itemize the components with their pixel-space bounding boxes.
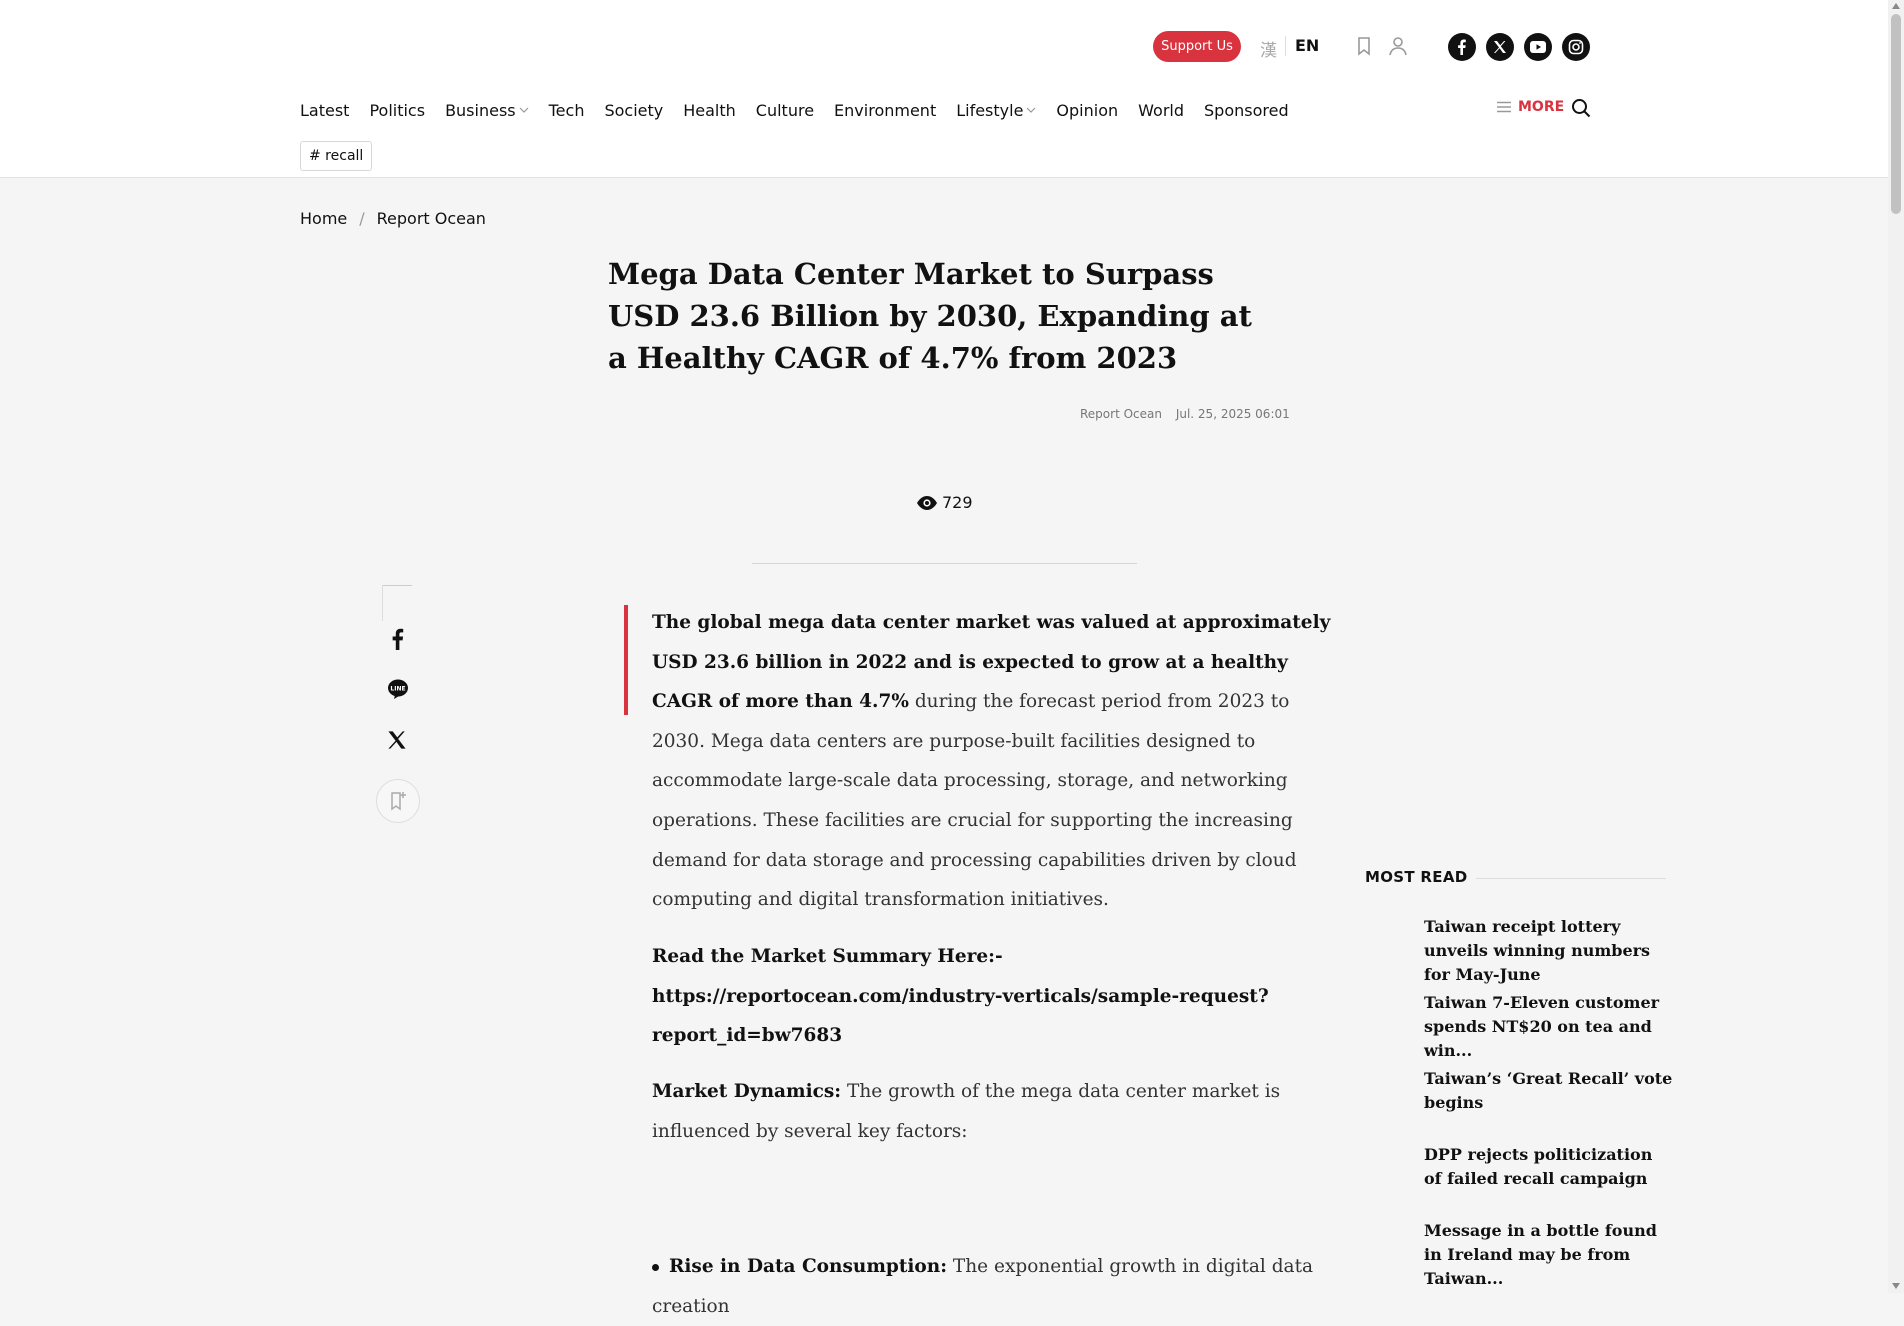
breadcrumb-current[interactable]: Report Ocean	[377, 209, 486, 228]
bookmark-icon[interactable]	[1352, 34, 1376, 58]
nav-business[interactable]: Business	[445, 96, 529, 124]
nav-society[interactable]: Society	[604, 96, 663, 124]
dynamics-bold: Market Dynamics:	[652, 1081, 842, 1102]
bullet-dot	[652, 1263, 659, 1271]
nav-tech[interactable]: Tech	[549, 96, 585, 124]
user-icon[interactable]	[1386, 34, 1410, 58]
scroll-up-arrow[interactable]	[1892, 3, 1900, 9]
nav-lifestyle[interactable]: Lifestyle	[956, 96, 1036, 124]
most-read-item[interactable]: Taiwan 7-Eleven customer spends NT$20 on…	[1424, 991, 1674, 1063]
lang-divider	[1285, 36, 1286, 56]
more-menu-button[interactable]: MORE	[1496, 99, 1564, 115]
svg-text:LINE: LINE	[390, 686, 405, 693]
most-read-title: MOST READ	[1365, 868, 1468, 886]
eye-icon	[917, 495, 937, 510]
scroll-down-arrow[interactable]	[1892, 1283, 1900, 1289]
nav-business-label: Business	[445, 100, 516, 120]
youtube-icon[interactable]	[1524, 33, 1552, 61]
x-icon[interactable]	[1486, 33, 1514, 61]
nav-politics[interactable]: Politics	[369, 96, 425, 124]
lead-rest: during the forecast period from 2023 to …	[652, 691, 1297, 911]
save-article-button[interactable]	[376, 779, 420, 823]
chevron-down-icon	[519, 107, 529, 113]
main-nav: Latest Politics Business Tech Society He…	[300, 96, 1309, 124]
most-read-item[interactable]: Message in a bottle found in Ireland may…	[1424, 1219, 1674, 1291]
lang-zh-link[interactable]: 漢	[1260, 36, 1277, 61]
menu-icon	[1497, 101, 1511, 113]
nav-health[interactable]: Health	[683, 96, 736, 124]
lead-paragraph: The global mega data center market was v…	[652, 603, 1332, 920]
breadcrumb-separator: /	[359, 209, 365, 228]
nav-sponsored[interactable]: Sponsored	[1204, 96, 1289, 124]
bookmark-add-icon	[391, 792, 406, 811]
most-read-divider	[1476, 878, 1666, 879]
instagram-icon[interactable]	[1562, 33, 1590, 61]
bullet-bold: Rise in Data Consumption:	[669, 1256, 948, 1277]
view-count: 729	[916, 493, 973, 512]
author-name[interactable]: Report Ocean	[1080, 407, 1162, 421]
page-scrollbar[interactable]	[1888, 0, 1904, 1293]
publish-date: Jul. 25, 2025 06:01	[1175, 407, 1290, 421]
nav-latest[interactable]: Latest	[300, 96, 349, 124]
nav-culture[interactable]: Culture	[756, 96, 814, 124]
article-byline: Report Ocean Jul. 25, 2025 06:01	[1080, 407, 1290, 421]
breadcrumb: Home / Report Ocean	[300, 209, 486, 228]
divider	[752, 563, 1137, 564]
line-share-icon[interactable]: LINE	[387, 678, 409, 700]
nav-lifestyle-label: Lifestyle	[956, 100, 1024, 120]
article-headline: Mega Data Center Market to Surpass USD 2…	[608, 257, 1252, 375]
most-read-item[interactable]: Taiwan receipt lottery unveils winning n…	[1424, 915, 1674, 987]
most-read-item[interactable]: Taiwan’s ‘Great Recall’ vote begins	[1424, 1067, 1674, 1115]
lang-en-link[interactable]: EN	[1295, 36, 1319, 55]
summary-link[interactable]: Read the Market Summary Here:-https://re…	[652, 937, 1332, 1056]
share-bar-side-line	[382, 585, 383, 621]
nav-world[interactable]: World	[1138, 96, 1184, 124]
share-bar-top-line	[382, 585, 412, 586]
search-icon[interactable]	[1570, 97, 1592, 119]
most-read-item[interactable]: DPP rejects politicization of failed rec…	[1424, 1143, 1674, 1191]
facebook-share-icon[interactable]	[387, 628, 409, 650]
breadcrumb-home[interactable]: Home	[300, 209, 347, 228]
article-lead: The global mega data center market was v…	[652, 603, 1332, 920]
site-header: Support Us 漢 EN Latest Politics Business…	[0, 0, 1888, 178]
facebook-icon[interactable]	[1448, 33, 1476, 61]
chevron-down-icon	[1026, 107, 1036, 113]
view-count-value: 729	[942, 493, 973, 512]
support-us-button[interactable]: Support Us	[1153, 31, 1241, 62]
list-item: Rise in Data Consumption: The exponentia…	[652, 1247, 1342, 1326]
tag-recall[interactable]: # recall	[300, 141, 373, 171]
scroll-thumb[interactable]	[1891, 14, 1901, 214]
lead-quote-bar	[624, 605, 628, 715]
nav-opinion[interactable]: Opinion	[1056, 96, 1118, 124]
market-dynamics-paragraph: Market Dynamics: The growth of the mega …	[652, 1072, 1332, 1151]
more-label: MORE	[1518, 99, 1565, 115]
x-share-icon[interactable]	[387, 730, 409, 752]
nav-environment[interactable]: Environment	[834, 96, 936, 124]
